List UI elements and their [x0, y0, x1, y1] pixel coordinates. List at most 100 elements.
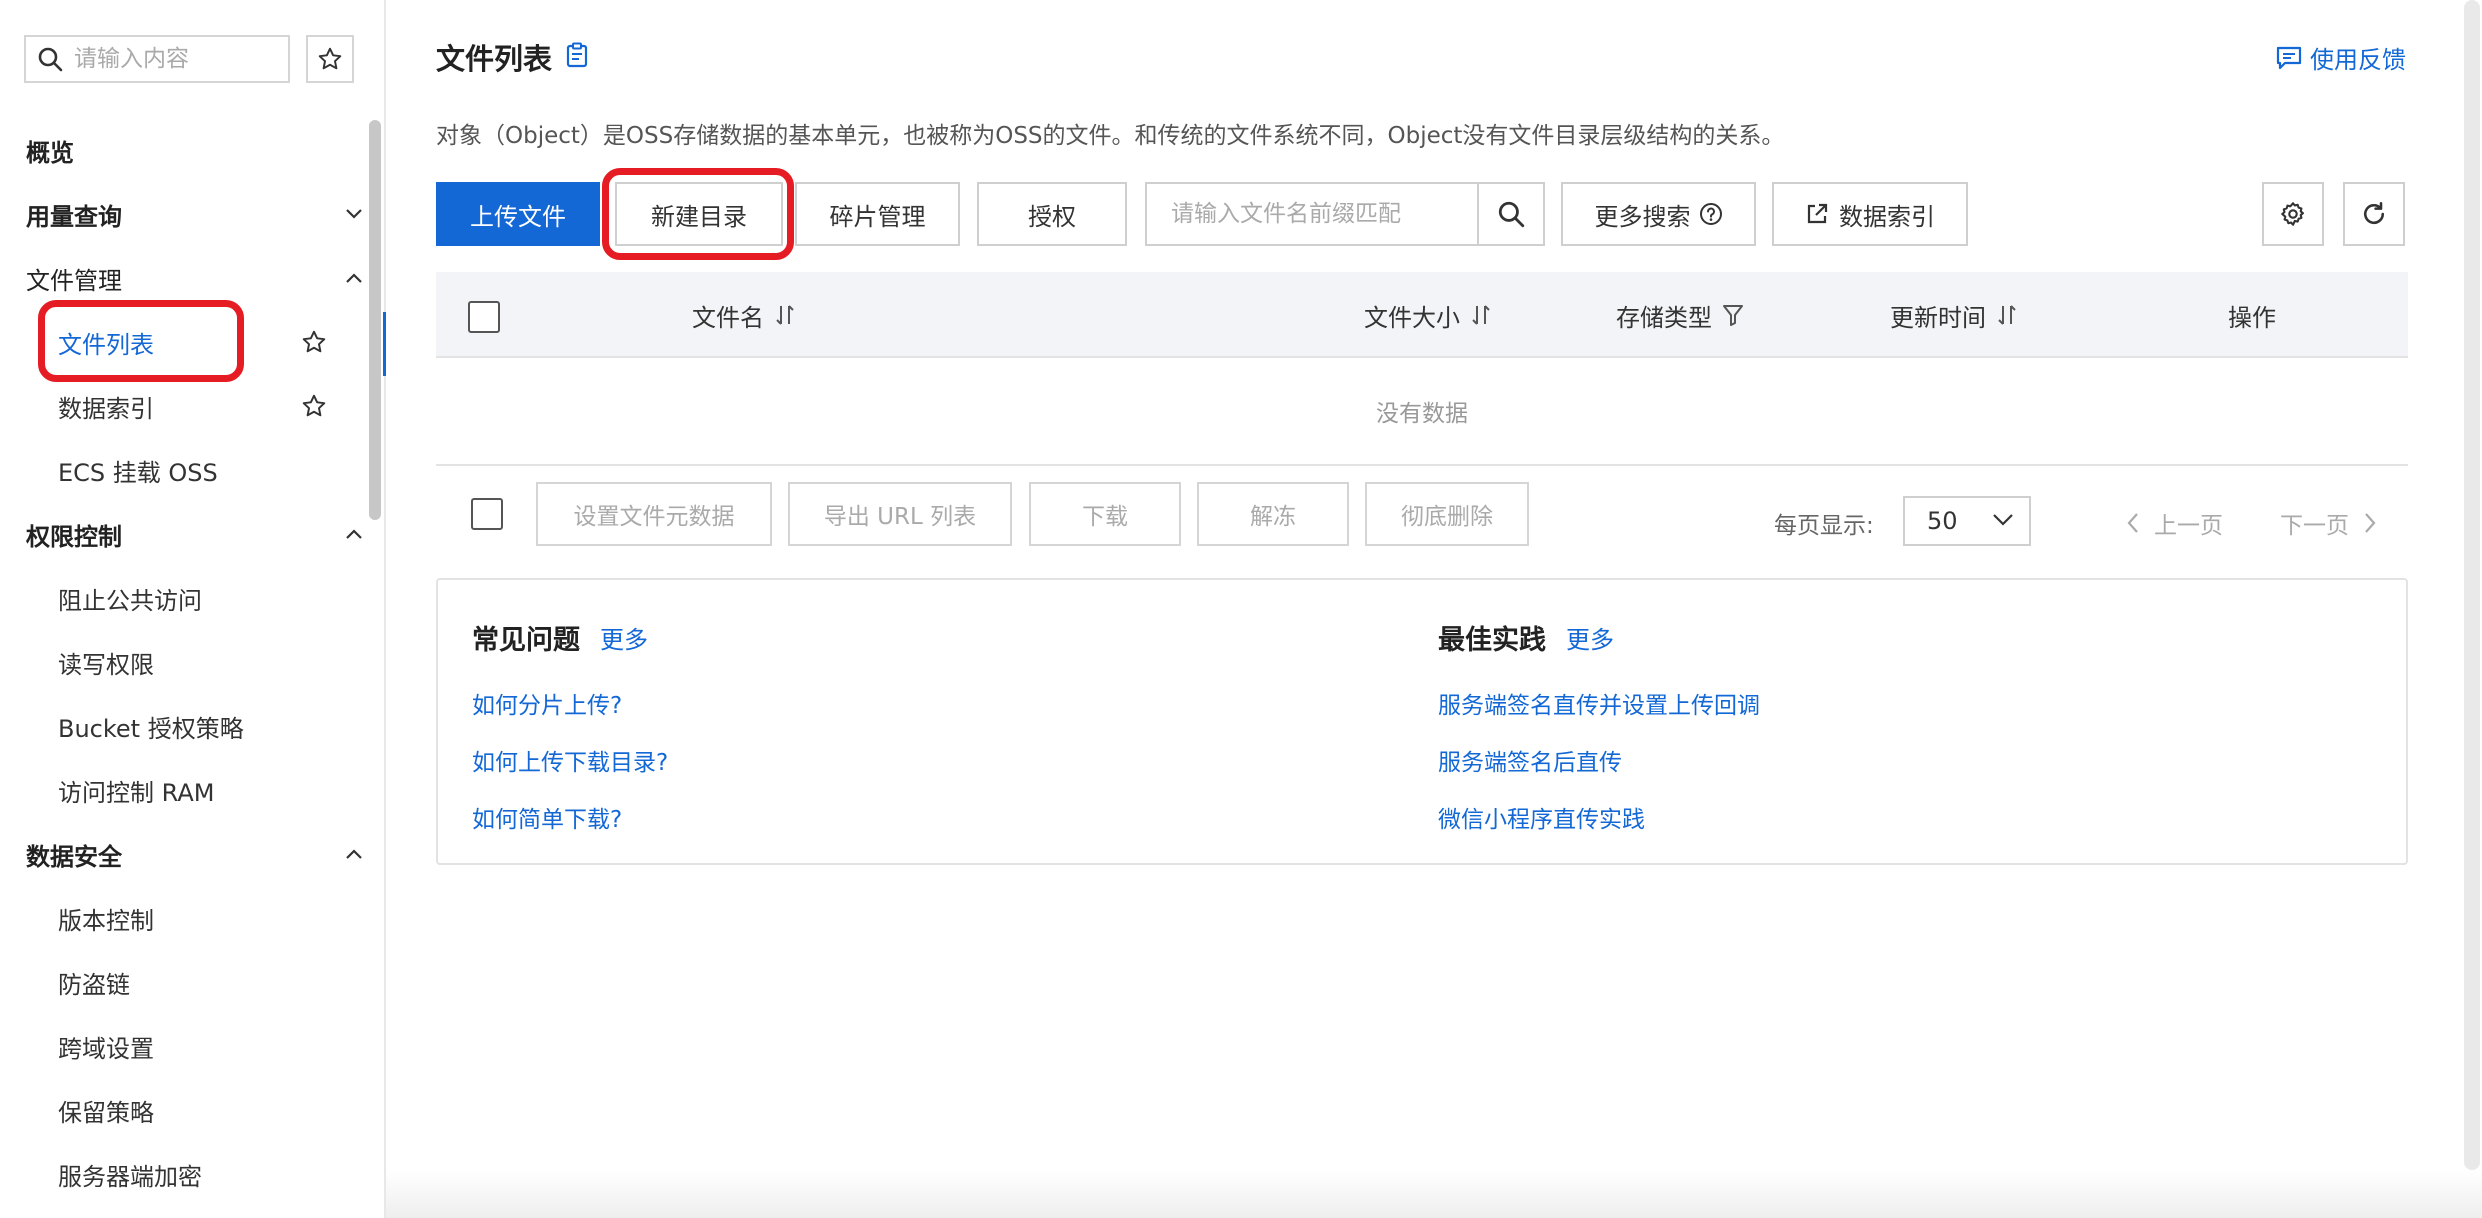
- sidebar-item-bucket-policy[interactable]: Bucket 授权策略: [58, 706, 244, 746]
- table-header: 文件名 文件大小 存储类型 更新时间 操作: [436, 272, 2408, 358]
- sidebar-item-hotlink-protection[interactable]: 防盗链: [58, 962, 130, 1002]
- sidebar-item-block-public-access[interactable]: 阻止公共访问: [58, 578, 202, 618]
- sidebar-item-data-index[interactable]: 数据索引: [58, 386, 154, 426]
- column-label: 存储类型: [1616, 303, 1712, 332]
- sidebar-item-file-management[interactable]: 文件管理: [26, 258, 122, 298]
- fragment-management-button[interactable]: 碎片管理: [795, 182, 960, 246]
- refresh-icon: [2364, 201, 2385, 225]
- chevron-left-icon: [2127, 513, 2138, 533]
- data-index-button[interactable]: 数据索引: [1772, 182, 1968, 246]
- chevron-down-icon[interactable]: [343, 203, 365, 225]
- sidebar-search[interactable]: [24, 35, 290, 83]
- best-practice-link[interactable]: 微信小程序直传实践: [1438, 800, 1645, 834]
- faq-title: 常见问题: [472, 625, 580, 656]
- sidebar: 概览 用量查询 文件管理 文件列表 数据索引 ECS 挂载 OSS 权限控制 阻…: [0, 0, 386, 1218]
- new-directory-button[interactable]: 新建目录: [615, 182, 783, 246]
- sidebar-item-label: 权限控制: [26, 522, 122, 551]
- set-metadata-button[interactable]: 设置文件元数据: [536, 482, 772, 546]
- download-button[interactable]: 下载: [1029, 482, 1181, 546]
- clipboard-icon[interactable]: [566, 42, 588, 72]
- search-icon: [26, 37, 74, 81]
- external-link-icon: [1807, 203, 1828, 224]
- sidebar-item-label: 访问控制 RAM: [58, 778, 215, 807]
- sidebar-item-ecs-mount-oss[interactable]: ECS 挂载 OSS: [58, 450, 218, 490]
- page-scrollbar[interactable]: [2464, 0, 2480, 1170]
- sidebar-item-label: Bucket 授权策略: [58, 714, 244, 743]
- sidebar-item-data-security[interactable]: 数据安全: [26, 834, 122, 874]
- sidebar-item-access-control[interactable]: 权限控制: [26, 514, 122, 554]
- sidebar-item-label: 数据安全: [26, 842, 122, 871]
- sidebar-item-label: 保留策略: [58, 1098, 154, 1127]
- prev-page-button[interactable]: 上一页: [2126, 506, 2223, 540]
- sidebar-scrollbar[interactable]: [369, 120, 381, 520]
- unfreeze-button[interactable]: 解冻: [1197, 482, 1349, 546]
- column-label: 文件名: [692, 303, 764, 332]
- per-page-select[interactable]: 50: [1903, 496, 2031, 546]
- sidebar-item-usage[interactable]: 用量查询: [26, 194, 122, 234]
- sidebar-item-label: 服务器端加密: [58, 1162, 202, 1191]
- sidebar-item-versioning[interactable]: 版本控制: [58, 898, 154, 938]
- page-description: 对象（Object）是OSS存储数据的基本单元，也被称为OSS的文件。和传统的文…: [436, 123, 1785, 149]
- select-all-checkbox[interactable]: [468, 301, 500, 333]
- column-file-size[interactable]: 文件大小: [1364, 272, 1492, 358]
- sidebar-item-server-side-encryption[interactable]: 服务器端加密: [58, 1154, 202, 1194]
- sidebar-item-cors[interactable]: 跨域设置: [58, 1026, 154, 1066]
- refresh-button[interactable]: [2343, 182, 2405, 246]
- per-page-value: 50: [1927, 507, 1958, 535]
- favorite-toggle-button[interactable]: [306, 35, 354, 83]
- best-practice-link[interactable]: 服务端签名后直传: [1438, 743, 1622, 777]
- filter-icon: [1723, 305, 1743, 326]
- batch-select-checkbox[interactable]: [471, 498, 503, 530]
- feedback-link[interactable]: 使用反馈: [2276, 40, 2406, 75]
- search-icon: [1498, 201, 1525, 228]
- settings-button[interactable]: [2262, 182, 2324, 246]
- faq-link[interactable]: 如何简单下载?: [472, 800, 622, 834]
- bottom-shadow: [386, 1170, 2482, 1218]
- file-search-input[interactable]: [1147, 184, 1477, 244]
- column-updated-time[interactable]: 更新时间: [1890, 272, 2018, 358]
- faq-link[interactable]: 如何分片上传?: [472, 686, 622, 720]
- upload-file-button[interactable]: 上传文件: [436, 182, 600, 246]
- best-practice-link[interactable]: 服务端签名直传并设置上传回调: [1438, 686, 1760, 720]
- column-file-name[interactable]: 文件名: [692, 272, 796, 358]
- permanent-delete-button[interactable]: 彻底删除: [1365, 482, 1529, 546]
- sidebar-item-label: 读写权限: [58, 650, 154, 679]
- best-practice-title: 最佳实践: [1438, 625, 1546, 656]
- export-url-list-button[interactable]: 导出 URL 列表: [788, 482, 1012, 546]
- sidebar-item-label: 文件管理: [26, 266, 122, 295]
- faq-more-link[interactable]: 更多: [600, 620, 648, 655]
- column-label: 文件大小: [1364, 303, 1460, 332]
- file-search[interactable]: [1145, 182, 1545, 246]
- faq-link[interactable]: 如何上传下载目录?: [472, 743, 668, 777]
- next-page-label: 下一页: [2280, 513, 2349, 539]
- sidebar-item-label: 版本控制: [58, 906, 154, 935]
- next-page-button[interactable]: 下一页: [2280, 506, 2377, 540]
- chevron-up-icon[interactable]: [343, 523, 365, 545]
- star-icon[interactable]: [300, 328, 328, 356]
- column-label: 更新时间: [1890, 303, 1986, 332]
- column-storage-class[interactable]: 存储类型: [1616, 272, 1744, 358]
- star-icon[interactable]: [300, 392, 328, 420]
- feedback-icon: [2276, 46, 2302, 69]
- sort-icon: [776, 305, 794, 325]
- chevron-down-icon: [1993, 514, 2013, 526]
- best-practice-more-link[interactable]: 更多: [1566, 620, 1614, 655]
- sidebar-item-ram[interactable]: 访问控制 RAM: [58, 770, 214, 810]
- sidebar-item-file-list[interactable]: 文件列表: [58, 322, 154, 362]
- more-search-button[interactable]: 更多搜索: [1561, 182, 1756, 246]
- column-label: 操作: [2228, 303, 2276, 332]
- authorize-button[interactable]: 授权: [977, 182, 1127, 246]
- chevron-up-icon[interactable]: [343, 843, 365, 865]
- sidebar-search-input[interactable]: [74, 46, 274, 72]
- sidebar-item-label: 数据索引: [58, 394, 154, 423]
- chevron-up-icon[interactable]: [343, 267, 365, 289]
- sidebar-item-label: 跨域设置: [58, 1034, 154, 1063]
- search-button[interactable]: [1477, 184, 1543, 244]
- active-indicator: [383, 312, 386, 376]
- sidebar-item-label: 概览: [26, 138, 74, 167]
- sidebar-item-retention-policy[interactable]: 保留策略: [58, 1090, 154, 1130]
- prev-page-label: 上一页: [2154, 513, 2223, 539]
- sidebar-item-overview[interactable]: 概览: [26, 130, 74, 170]
- sidebar-item-rw-permission[interactable]: 读写权限: [58, 642, 154, 682]
- sidebar-item-label: 用量查询: [26, 202, 122, 231]
